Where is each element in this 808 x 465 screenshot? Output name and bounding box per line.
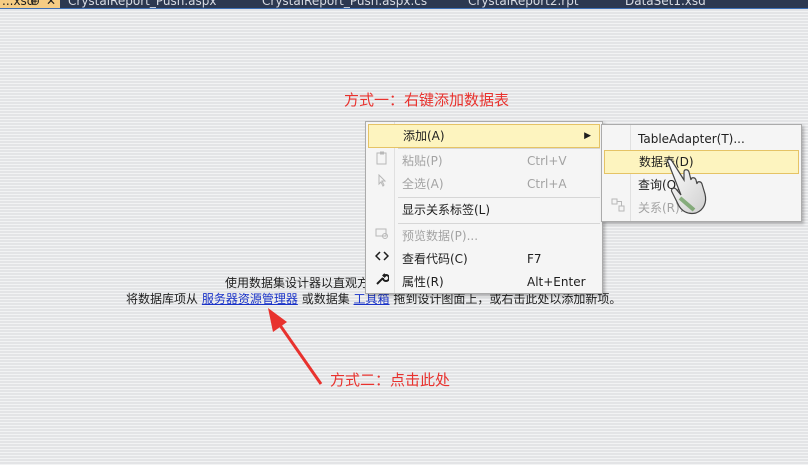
close-icon[interactable]: ✕ bbox=[46, 0, 56, 8]
menu-item-label: 显示关系标签(L) bbox=[402, 203, 491, 217]
tab-dataset-designer[interactable]: ...xsd ⊕ ✕ bbox=[0, 0, 60, 8]
hint-middle: 或数据集 bbox=[301, 292, 350, 306]
wrench-icon bbox=[374, 271, 390, 293]
code-icon bbox=[374, 248, 390, 270]
submenu-item-tableadapter[interactable]: TableAdapter(T)... bbox=[604, 128, 799, 150]
tab-crystalreport2-rpt[interactable]: CrystalReport2.rpt bbox=[468, 0, 579, 8]
menu-item-shortcut: Alt+Enter bbox=[527, 275, 586, 289]
submenu-arrow-icon: ▶ bbox=[584, 131, 591, 141]
hint-suffix: 拖到设计图面上，或右击此处以添加新项。 bbox=[393, 292, 622, 306]
menu-item-view-code[interactable]: 查看代码(C) F7 bbox=[368, 248, 600, 270]
menu-item-properties[interactable]: 属性(R) Alt+Enter bbox=[368, 271, 600, 293]
menu-separator bbox=[398, 148, 600, 149]
annotation-method2: 方式二：点击此处 bbox=[330, 371, 451, 389]
toolbox-link[interactable]: 工具箱 bbox=[354, 292, 390, 306]
tab-label: DataSet1.xsd bbox=[625, 0, 706, 8]
preview-data-icon bbox=[374, 225, 390, 247]
context-menu: 添加(A) ▶ 粘贴(P) Ctrl+V 全选(A) Ctrl+A 显示关系标签… bbox=[365, 121, 603, 294]
document-tab-strip: ...xsd ⊕ ✕ CrystalReport_Push.aspx Cryst… bbox=[0, 0, 808, 9]
annotation-method1: 方式一：右键添加数据表 bbox=[344, 91, 510, 109]
menu-item-label: 添加(A) bbox=[403, 129, 445, 143]
hand-cursor-icon bbox=[666, 158, 707, 215]
hint-prefix: 将数据库项从 bbox=[126, 292, 199, 306]
paste-icon bbox=[374, 150, 390, 172]
menu-item-label: 粘贴(P) bbox=[402, 154, 443, 168]
select-all-icon bbox=[374, 173, 390, 195]
menu-item-shortcut: Ctrl+V bbox=[527, 154, 567, 168]
annotation-arrow-icon bbox=[268, 308, 323, 385]
pin-icon[interactable]: ⊕ bbox=[30, 0, 40, 8]
tab-label: CrystalReport_Push.aspx.cs bbox=[262, 0, 428, 8]
menu-separator bbox=[398, 197, 600, 198]
menu-item-label: 全选(A) bbox=[402, 177, 444, 191]
relation-icon bbox=[610, 197, 626, 219]
menu-item-label: TableAdapter(T)... bbox=[638, 132, 745, 146]
menu-item-preview-data[interactable]: 预览数据(P)... bbox=[368, 225, 600, 247]
designer-hint-line1: 使用数据集设计器以直观方 bbox=[225, 276, 370, 290]
menu-item-select-all[interactable]: 全选(A) Ctrl+A bbox=[368, 173, 600, 195]
menu-item-label: 查看代码(C) bbox=[402, 252, 468, 266]
menu-item-label: 属性(R) bbox=[402, 275, 444, 289]
menu-item-add[interactable]: 添加(A) ▶ bbox=[368, 124, 600, 148]
menu-separator bbox=[398, 223, 600, 224]
tab-label: CrystalReport_Push.aspx bbox=[68, 0, 217, 8]
tab-crystalreport-push-aspx[interactable]: CrystalReport_Push.aspx bbox=[68, 0, 216, 8]
menu-item-paste[interactable]: 粘贴(P) Ctrl+V bbox=[368, 150, 600, 172]
menu-item-shortcut: Ctrl+A bbox=[527, 177, 567, 191]
menu-item-label: 预览数据(P)... bbox=[402, 229, 479, 243]
menu-item-show-relation-labels[interactable]: 显示关系标签(L) bbox=[368, 199, 600, 221]
tab-crystalreport-push-aspx-cs[interactable]: CrystalReport_Push.aspx.cs bbox=[262, 0, 427, 8]
tab-label: CrystalReport2.rpt bbox=[468, 0, 579, 8]
server-explorer-link[interactable]: 服务器资源管理器 bbox=[202, 292, 298, 306]
tab-dataset1-xsd[interactable]: DataSet1.xsd bbox=[625, 0, 706, 8]
menu-item-shortcut: F7 bbox=[527, 252, 542, 266]
